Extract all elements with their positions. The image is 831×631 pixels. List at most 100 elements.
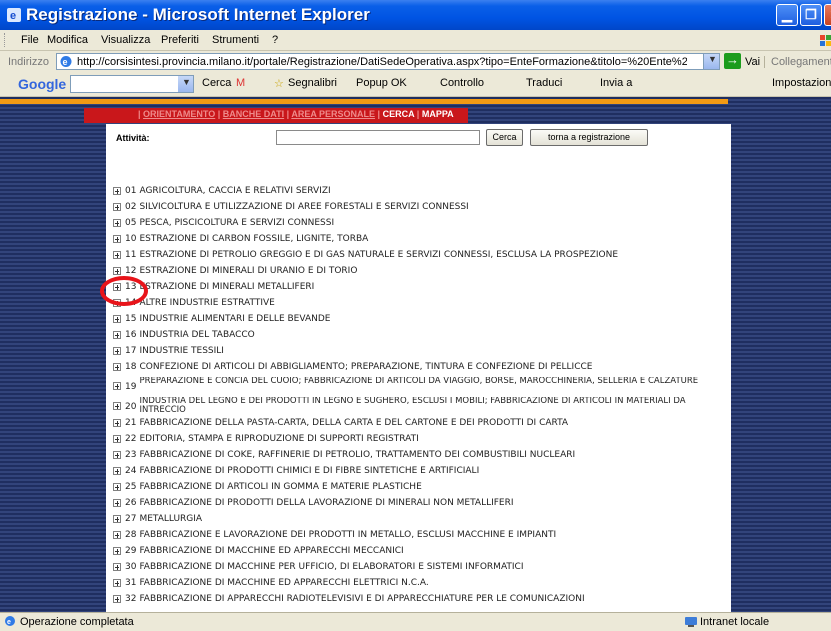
category-label[interactable]: PESCA, PISCICOLTURA E SERVIZI CONNESSI — [139, 218, 334, 228]
category-item[interactable]: 10 ESTRAZIONE DI CARBON FOSSILE, LIGNITE,… — [113, 232, 723, 248]
google-search-button[interactable]: Cerca — [202, 77, 231, 89]
activity-search-input[interactable] — [276, 130, 480, 145]
expand-plus-icon[interactable] — [113, 563, 121, 571]
category-label[interactable]: FABBRICAZIONE DI COKE, RAFFINERIE DI PET… — [139, 450, 575, 460]
category-label[interactable]: FABBRICAZIONE DI MACCHINE ED APPARECCHI … — [139, 578, 428, 588]
toolbar-grip[interactable] — [4, 33, 7, 47]
category-item[interactable]: 28 FABBRICAZIONE E LAVORAZIONE DEI PRODOT… — [113, 528, 723, 544]
translate-button[interactable]: Traduci — [526, 77, 562, 89]
category-label[interactable]: SILVICOLTURA E UTILIZZAZIONE DI AREE FOR… — [139, 202, 468, 212]
google-search-input[interactable]: ▼ — [70, 75, 194, 93]
search-button[interactable]: Cerca — [486, 129, 523, 146]
category-label[interactable]: FABBRICAZIONE DI ARTICOLI IN GOMMA E MAT… — [139, 482, 421, 492]
expand-plus-icon[interactable] — [113, 267, 121, 275]
category-item[interactable]: 27 METALLURGIA — [113, 512, 723, 528]
category-label[interactable]: FABBRICAZIONE DELLA PASTA-CARTA, DELLA C… — [139, 418, 568, 428]
back-to-registration-button[interactable]: torna a registrazione — [530, 129, 648, 146]
category-item[interactable]: 32 FABBRICAZIONE DI APPARECCHI RADIOTELEV… — [113, 592, 723, 608]
nav-area-personale[interactable]: AREA PERSONALE — [291, 109, 375, 119]
category-label[interactable]: ESTRAZIONE DI MINERALI DI URANIO E DI TO… — [139, 266, 357, 276]
category-item[interactable]: 24 FABBRICAZIONE DI PRODOTTI CHIMICI E DI… — [113, 464, 723, 480]
expand-plus-icon[interactable] — [113, 187, 121, 195]
category-label[interactable]: FABBRICAZIONE E LAVORAZIONE DEI PRODOTTI… — [139, 530, 556, 540]
google-logo[interactable]: Google — [18, 76, 66, 92]
category-label[interactable]: METALLURGIA — [139, 514, 202, 524]
category-item[interactable]: 22 EDITORIA, STAMPA E RIPRODUZIONE DI SUP… — [113, 432, 723, 448]
nav-mappa[interactable]: MAPPA — [422, 109, 454, 119]
expand-plus-icon[interactable] — [113, 595, 121, 603]
category-item[interactable]: 16 INDUSTRIA DEL TABACCO — [113, 328, 723, 344]
category-label[interactable]: ALTRE INDUSTRIE ESTRATTIVE — [139, 298, 274, 308]
send-to-button[interactable]: Invia a — [600, 77, 632, 89]
category-label[interactable]: ESTRAZIONE DI PETROLIO GREGGIO E DI GAS … — [139, 250, 618, 260]
menu-strumenti[interactable]: Strumenti — [212, 34, 259, 46]
category-label[interactable]: FABBRICAZIONE DI MACCHINE ED APPARECCHI … — [139, 546, 403, 556]
spellcheck-button[interactable]: Controllo — [440, 77, 484, 89]
minimize-button[interactable]: ▁ — [776, 4, 798, 26]
maximize-button[interactable]: ❐ — [800, 4, 822, 26]
expand-plus-icon[interactable] — [113, 579, 121, 587]
menu-preferiti[interactable]: Preferiti — [161, 34, 199, 46]
category-item[interactable]: 14 ALTRE INDUSTRIE ESTRATTIVE — [113, 296, 723, 312]
category-item[interactable]: 02 SILVICOLTURA E UTILIZZAZIONE DI AREE F… — [113, 200, 723, 216]
category-item[interactable]: 29 FABBRICAZIONE DI MACCHINE ED APPARECCH… — [113, 544, 723, 560]
category-label[interactable]: PREPARAZIONE E CONCIA DEL CUOIO; FABBRIC… — [139, 377, 723, 386]
expand-plus-icon[interactable] — [113, 402, 121, 410]
category-item[interactable]: 23 FABBRICAZIONE DI COKE, RAFFINERIE DI P… — [113, 448, 723, 464]
category-label[interactable]: FABBRICAZIONE DI PRODOTTI DELLA LAVORAZI… — [139, 498, 513, 508]
star-icon[interactable]: ☆ — [274, 77, 284, 90]
bookmarks-button[interactable]: Segnalibri — [288, 77, 337, 89]
expand-plus-icon[interactable] — [113, 483, 121, 491]
nav-orientamento[interactable]: ORIENTAMENTO — [143, 109, 215, 119]
category-item[interactable]: 17 INDUSTRIE TESSILI — [113, 344, 723, 360]
category-item[interactable]: 15 INDUSTRIE ALIMENTARI E DELLE BEVANDE — [113, 312, 723, 328]
expand-plus-icon[interactable] — [113, 499, 121, 507]
category-label[interactable]: CONFEZIONE DI ARTICOLI DI ABBIGLIAMENTO;… — [139, 362, 592, 372]
links-toolbar[interactable]: Collegamenti — [764, 56, 831, 68]
expand-plus-icon[interactable] — [113, 235, 121, 243]
menu-file[interactable]: File — [21, 34, 39, 46]
popup-blocker-button[interactable]: Popup OK — [356, 77, 407, 89]
expand-plus-icon[interactable] — [113, 347, 121, 355]
category-label[interactable]: FABBRICAZIONE DI MACCHINE PER UFFICIO, D… — [139, 562, 523, 572]
category-item[interactable]: 25 FABBRICAZIONE DI ARTICOLI IN GOMMA E M… — [113, 480, 723, 496]
close-button[interactable]: ✕ — [824, 4, 831, 26]
nav-cerca[interactable]: CERCA — [383, 109, 415, 119]
menu-help[interactable]: ? — [272, 34, 278, 46]
category-label[interactable]: AGRICOLTURA, CACCIA E RELATIVI SERVIZI — [139, 186, 330, 196]
category-item[interactable]: 01 AGRICOLTURA, CACCIA E RELATIVI SERVIZI — [113, 184, 723, 200]
category-item[interactable]: 31 FABBRICAZIONE DI MACCHINE ED APPARECCH… — [113, 576, 723, 592]
expand-plus-icon[interactable] — [113, 363, 121, 371]
address-input[interactable]: e http://corsisintesi.provincia.milano.i… — [56, 53, 720, 70]
category-label[interactable]: ESTRAZIONE DI MINERALI METALLIFERI — [139, 282, 314, 292]
expand-plus-icon[interactable] — [113, 451, 121, 459]
category-label[interactable]: INDUSTRIE ALIMENTARI E DELLE BEVANDE — [139, 314, 330, 324]
category-item[interactable]: 26 FABBRICAZIONE DI PRODOTTI DELLA LAVORA… — [113, 496, 723, 512]
expand-plus-icon[interactable] — [113, 515, 121, 523]
menu-modifica[interactable]: Modifica — [47, 34, 88, 46]
nav-banche-dati[interactable]: BANCHE DATI — [223, 109, 284, 119]
address-dropdown-button[interactable]: ▼ — [703, 54, 719, 69]
category-item[interactable]: 05 PESCA, PISCICOLTURA E SERVIZI CONNESSI — [113, 216, 723, 232]
category-label[interactable]: INDUSTRIA DEL TABACCO — [139, 330, 254, 340]
category-label[interactable]: INDUSTRIE TESSILI — [139, 346, 224, 356]
category-item[interactable]: 19 PREPARAZIONE E CONCIA DEL CUOIO; FABBR… — [113, 376, 723, 396]
category-item[interactable]: 18 CONFEZIONE DI ARTICOLI DI ABBIGLIAMENT… — [113, 360, 723, 376]
menu-visualizza[interactable]: Visualizza — [101, 34, 150, 46]
expand-plus-icon[interactable] — [113, 382, 121, 390]
expand-plus-icon[interactable] — [113, 203, 121, 211]
category-item[interactable]: 13 ESTRAZIONE DI MINERALI METALLIFERI — [113, 280, 723, 296]
category-label[interactable]: ESTRAZIONE DI CARBON FOSSILE, LIGNITE, T… — [139, 234, 368, 244]
settings-button[interactable]: Impostazioni — [772, 77, 831, 89]
expand-plus-icon[interactable] — [113, 251, 121, 259]
expand-plus-icon[interactable] — [113, 419, 121, 427]
category-label[interactable]: INDUSTRIA DEL LEGNO E DEI PRODOTTI IN LE… — [139, 397, 723, 415]
category-item[interactable]: 21 FABBRICAZIONE DELLA PASTA-CARTA, DELLA… — [113, 416, 723, 432]
category-item[interactable]: 20 INDUSTRIA DEL LEGNO E DEI PRODOTTI IN … — [113, 396, 723, 416]
expand-plus-icon[interactable] — [113, 331, 121, 339]
gmail-icon[interactable]: M — [236, 77, 245, 89]
expand-plus-icon[interactable] — [113, 435, 121, 443]
category-item[interactable]: 12 ESTRAZIONE DI MINERALI DI URANIO E DI … — [113, 264, 723, 280]
expand-plus-icon[interactable] — [113, 547, 121, 555]
category-item[interactable]: 11 ESTRAZIONE DI PETROLIO GREGGIO E DI GA… — [113, 248, 723, 264]
